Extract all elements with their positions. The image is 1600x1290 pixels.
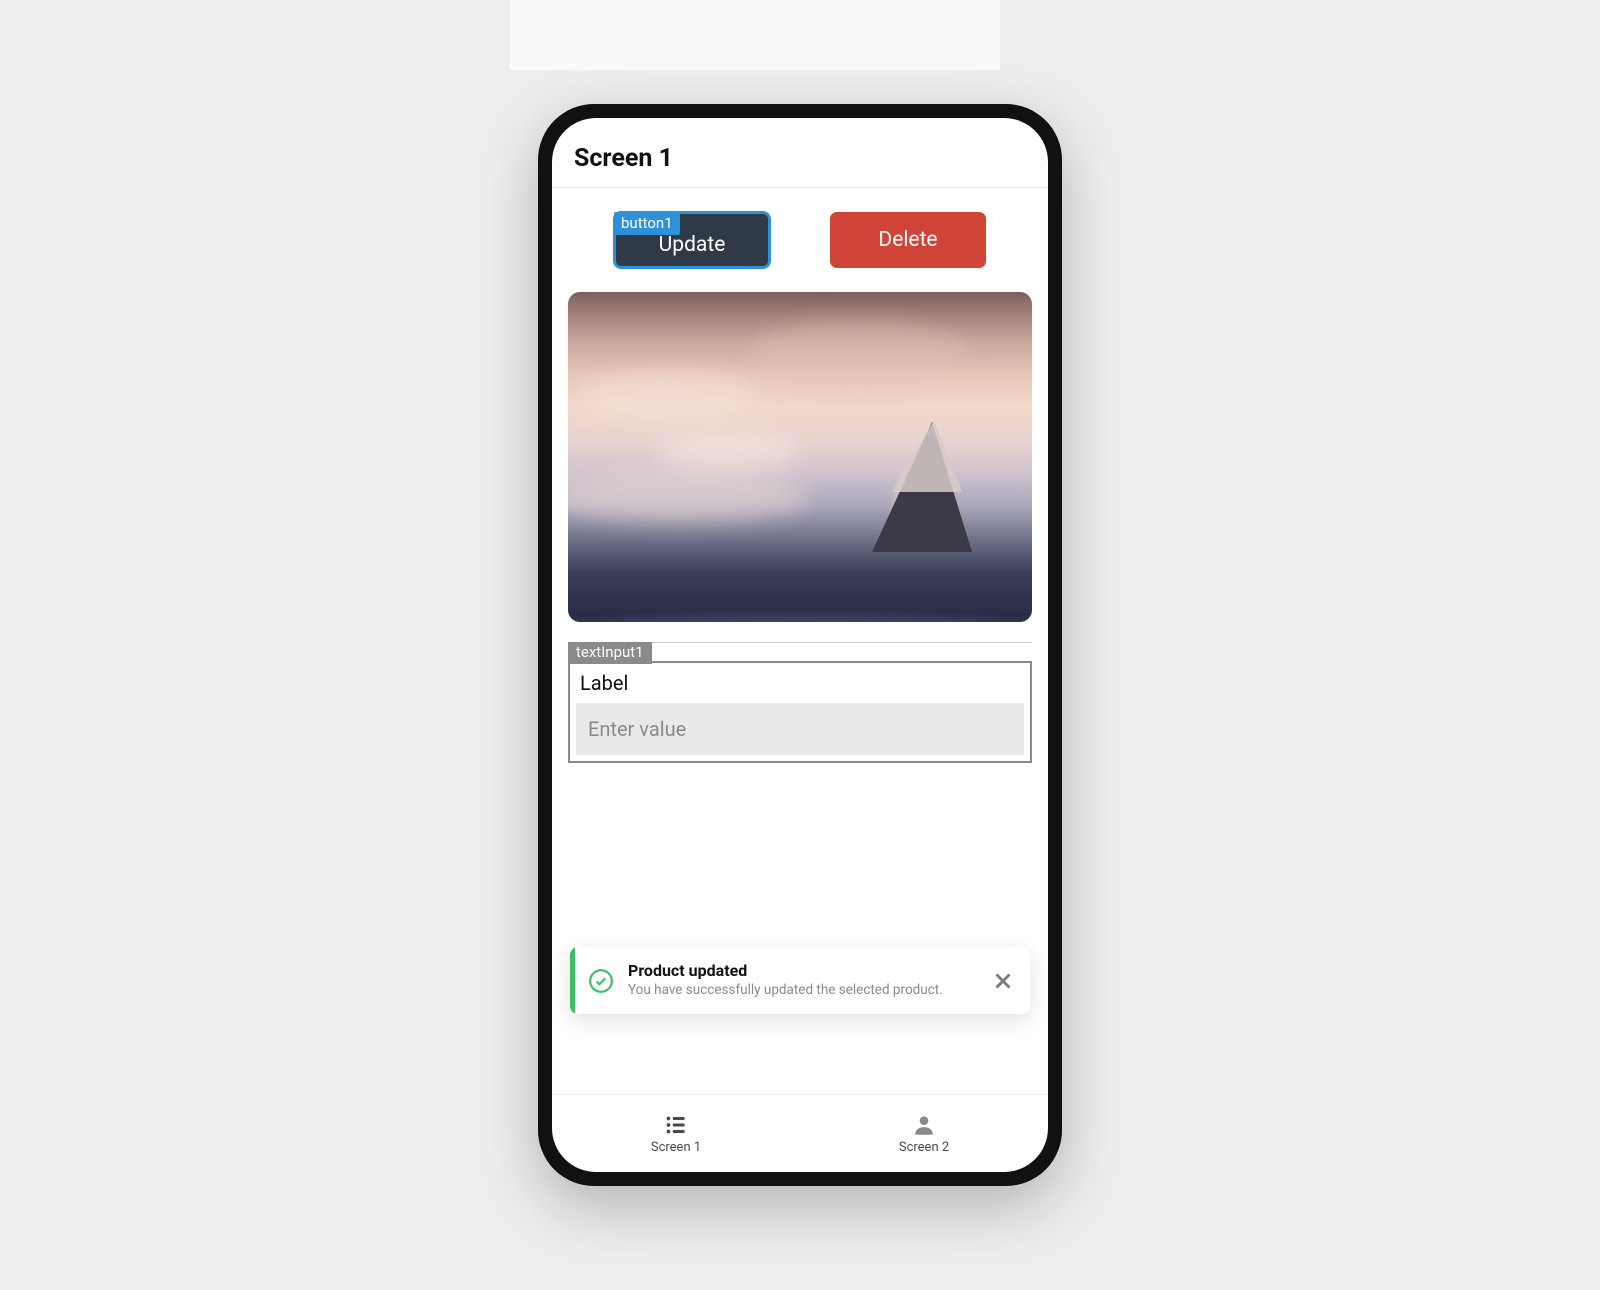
button-row: button1 Update Delete	[568, 204, 1032, 292]
delete-button-label: Delete	[878, 228, 937, 252]
nav-item-screen-2[interactable]: Screen 2	[800, 1095, 1048, 1172]
screen-content: button1 Update Delete textInput1	[552, 188, 1048, 1094]
toast-title: Product updated	[628, 961, 976, 980]
image-decoration	[748, 322, 968, 382]
close-icon[interactable]	[990, 968, 1016, 994]
image-component[interactable]	[568, 292, 1032, 622]
toast-body: Product updated You have successfully up…	[628, 961, 976, 1000]
person-icon	[911, 1112, 937, 1138]
phone-screen: Screen 1 button1 Update Delete	[552, 118, 1048, 1172]
delete-button[interactable]: Delete	[830, 212, 986, 268]
phone-frame: Screen 1 button1 Update Delete	[538, 104, 1062, 1186]
list-icon	[663, 1112, 689, 1138]
component-tag-button1: button1	[614, 212, 680, 235]
text-input-component[interactable]: textInput1 Label Enter value	[568, 642, 1032, 763]
screen-header: Screen 1	[552, 118, 1048, 188]
toast-notification: Product updated You have successfully up…	[570, 947, 1030, 1014]
background-card	[510, 0, 1000, 70]
bottom-nav: Screen 1 Screen 2	[552, 1094, 1048, 1172]
update-button[interactable]: button1 Update	[614, 212, 770, 268]
text-input-frame: Label Enter value	[568, 661, 1032, 763]
component-tag-textinput1: textInput1	[568, 642, 652, 664]
image-decoration	[658, 432, 798, 472]
nav-label: Screen 1	[651, 1140, 701, 1155]
nav-item-screen-1[interactable]: Screen 1	[552, 1095, 800, 1172]
text-input-field[interactable]: Enter value	[576, 703, 1024, 755]
toast-accent-bar	[570, 947, 575, 1014]
image-decoration	[578, 372, 758, 422]
image-decoration	[568, 502, 1032, 622]
screen-title: Screen 1	[574, 144, 1026, 173]
text-input-label: Label	[570, 663, 1030, 703]
toast-message: You have successfully updated the select…	[628, 982, 976, 1000]
check-circle-icon	[588, 968, 614, 994]
image-decoration	[892, 420, 962, 492]
nav-label: Screen 2	[899, 1140, 949, 1155]
